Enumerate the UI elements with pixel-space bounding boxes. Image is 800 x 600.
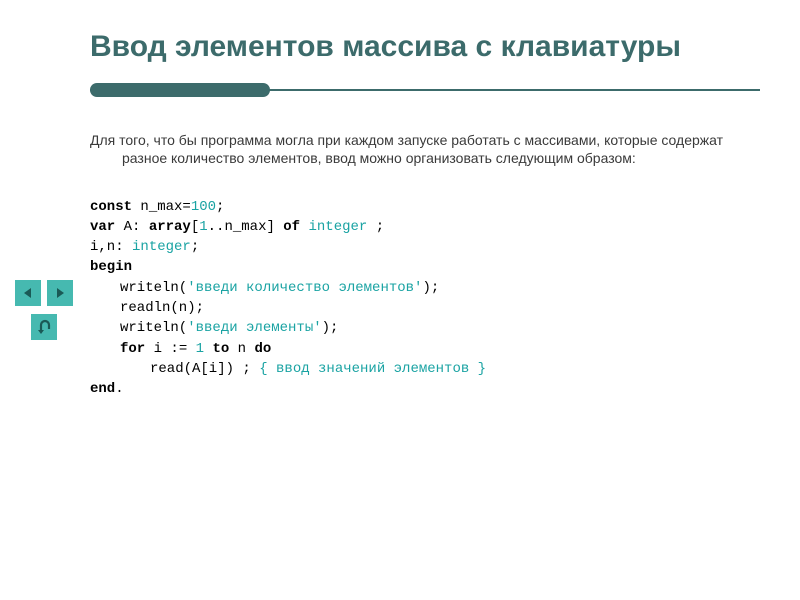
nav-next-button[interactable] [47, 280, 73, 306]
title-underline [90, 83, 760, 97]
nav-home-button[interactable] [31, 314, 57, 340]
nav-prev-button[interactable] [15, 280, 41, 306]
slide-title: Ввод элементов массива с клавиатуры [90, 30, 760, 65]
nav-controls [14, 280, 74, 340]
code-block: const n_max=100; var A: array[1..n_max] … [90, 176, 760, 399]
arrow-right-icon [53, 286, 67, 300]
arrow-left-icon [21, 286, 35, 300]
u-turn-icon [36, 319, 52, 335]
intro-text: Для того, что бы программа могла при каж… [90, 131, 760, 169]
